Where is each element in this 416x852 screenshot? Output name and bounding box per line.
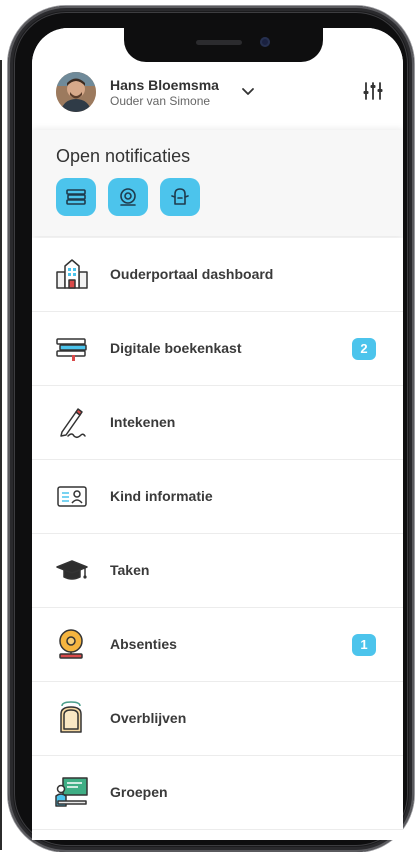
menu-item-intekenen[interactable]: Intekenen [32, 386, 403, 460]
main-menu: Ouderportaal dashboard Digitale boekenka… [32, 238, 403, 830]
books-icon [66, 189, 86, 205]
speaker-grille [196, 40, 242, 45]
menu-item-label: Kind informatie [110, 488, 213, 504]
menu-item-absenties[interactable]: Absenties 1 [32, 608, 403, 682]
sandwich-icon [171, 188, 189, 205]
notification-lunch-button[interactable] [160, 178, 200, 216]
pen-signature-icon [54, 404, 90, 440]
books-icon [54, 330, 90, 366]
menu-item-label: Intekenen [110, 414, 176, 430]
menu-item-groepen[interactable]: Groepen [32, 756, 403, 830]
menu-item-taken[interactable]: Taken [32, 534, 403, 608]
menu-item-label: Absenties [110, 636, 177, 652]
front-camera [260, 37, 270, 47]
phone-notch [124, 28, 323, 62]
notifications-title: Open notificaties [56, 146, 191, 166]
menu-item-label: Digitale boekenkast [110, 340, 242, 356]
lunch-icon [54, 700, 90, 736]
id-card-icon [54, 478, 90, 514]
alarm-bell-icon [120, 188, 136, 206]
user-name[interactable]: Hans Bloemsma [110, 77, 219, 93]
user-role: Ouder van Simone [110, 94, 211, 108]
graduation-cap-icon [54, 552, 90, 588]
avatar[interactable] [56, 72, 96, 112]
menu-item-digitale-boekenkast[interactable]: Digitale boekenkast 2 [32, 312, 403, 386]
notification-absence-button[interactable] [108, 178, 148, 216]
count-badge: 1 [352, 634, 376, 656]
avatar-photo-icon [56, 72, 96, 112]
notification-books-button[interactable] [56, 178, 96, 216]
menu-item-overblijven[interactable]: Overblijven [32, 682, 403, 756]
menu-item-label: Overblijven [110, 710, 187, 726]
app-screen: Hans Bloemsma Ouder van Simone Open noti… [32, 28, 403, 840]
alarm-bell-icon [54, 626, 90, 662]
menu-item-kind-informatie[interactable]: Kind informatie [32, 460, 403, 534]
menu-item-label: Ouderportaal dashboard [110, 266, 274, 282]
teacher-board-icon [54, 774, 90, 810]
menu-item-label: Taken [110, 562, 150, 578]
phone-side-edge [0, 60, 7, 850]
chevron-down-icon[interactable] [240, 84, 256, 100]
menu-item-label: Groepen [110, 784, 168, 800]
school-building-icon [54, 256, 90, 292]
settings-sliders-icon[interactable] [362, 80, 384, 102]
menu-item-ouderportaal-dashboard[interactable]: Ouderportaal dashboard [32, 238, 403, 312]
count-badge: 2 [352, 338, 376, 360]
